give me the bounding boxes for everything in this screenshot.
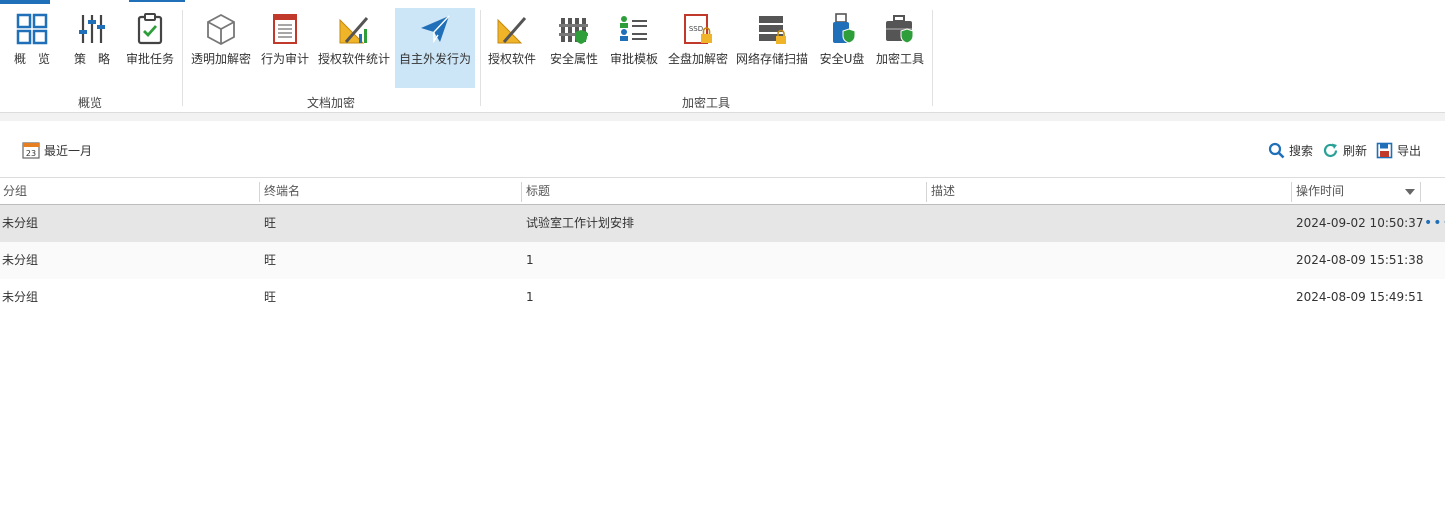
group-label-overview: 概览 bbox=[78, 96, 103, 110]
cell-operation-time: 2024-08-09 15:51:38 bbox=[1296, 253, 1424, 267]
svg-text:SSD: SSD bbox=[689, 25, 703, 33]
export-button[interactable]: 导出 bbox=[1376, 140, 1421, 160]
paper-plane-icon bbox=[421, 15, 450, 44]
column-header-terminal[interactable]: 终端名 bbox=[261, 178, 520, 205]
cell-operation-time: 2024-08-09 15:49:51 bbox=[1296, 290, 1424, 304]
ruler-pencil-icon bbox=[497, 17, 527, 44]
cube-icon bbox=[207, 13, 235, 46]
search-label: 搜索 bbox=[1289, 143, 1314, 158]
toolbox-shield-icon bbox=[886, 15, 914, 44]
more-actions-icon[interactable]: ••• bbox=[1424, 205, 1445, 242]
column-separator bbox=[1291, 182, 1292, 202]
column-separator bbox=[521, 182, 522, 202]
column-header-title[interactable]: 标题 bbox=[523, 178, 926, 205]
network-storage-scan-button[interactable]: 网络存储扫描 bbox=[734, 8, 810, 88]
sliders-icon bbox=[79, 15, 105, 43]
encryption-tools-label: 加密工具 bbox=[875, 52, 924, 66]
cell-title: 1 bbox=[526, 253, 534, 267]
ruler-pencil-chart-icon bbox=[339, 17, 369, 44]
cell-group: 未分组 bbox=[2, 253, 39, 267]
column-separator bbox=[259, 182, 260, 202]
group-separator bbox=[932, 10, 933, 106]
approval-task-label: 审批任务 bbox=[125, 52, 174, 66]
table-row[interactable]: 未分组 旺 1 2024-08-09 15:49:51 bbox=[0, 279, 1445, 316]
authorized-software-stats-button[interactable]: 授权软件统计 bbox=[316, 8, 392, 88]
group-label-document-encryption: 文档加密 bbox=[307, 96, 356, 110]
encryption-tools-button[interactable]: 加密工具 bbox=[874, 8, 926, 88]
approval-task-button[interactable]: 审批任务 bbox=[124, 8, 176, 88]
server-lock-icon bbox=[759, 16, 786, 44]
export-label: 导出 bbox=[1397, 143, 1422, 158]
cell-terminal: 旺 bbox=[264, 216, 277, 230]
cell-terminal: 旺 bbox=[264, 290, 277, 304]
cell-group: 未分组 bbox=[2, 290, 39, 304]
active-tab-indicator bbox=[0, 0, 50, 4]
ribbon: 概 览 策 略 审批任务 透明加解密 行为审计 授权软件统计 自主外发行为 授权… bbox=[0, 0, 1445, 113]
refresh-button[interactable]: 刷新 bbox=[1322, 140, 1367, 160]
column-separator bbox=[926, 182, 927, 202]
security-attributes-label: 安全属性 bbox=[549, 52, 598, 66]
approval-template-label: 审批模板 bbox=[609, 52, 658, 66]
search-button[interactable]: 搜索 bbox=[1268, 140, 1313, 160]
network-storage-scan-label: 网络存储扫描 bbox=[735, 52, 808, 66]
ribbon-spacer bbox=[0, 113, 1445, 121]
column-separator bbox=[1420, 182, 1421, 202]
clipboard-check-icon bbox=[137, 13, 163, 45]
group-separator bbox=[480, 10, 481, 106]
full-disk-encryption-button[interactable]: SSD 全盘加解密 bbox=[666, 8, 730, 88]
column-header-operation-time[interactable]: 操作时间 bbox=[1293, 178, 1403, 205]
cell-group: 未分组 bbox=[2, 216, 39, 230]
security-attributes-button[interactable]: 安全属性 bbox=[546, 8, 602, 88]
authorized-software-label: 授权软件 bbox=[487, 52, 536, 66]
authorized-software-stats-label: 授权软件统计 bbox=[317, 52, 390, 66]
group-label-encryption-tools: 加密工具 bbox=[682, 96, 731, 110]
authorized-software-button[interactable]: 授权软件 bbox=[486, 8, 538, 88]
transparent-encryption-label: 透明加解密 bbox=[190, 52, 251, 66]
fence-icon bbox=[559, 18, 588, 44]
active-tab-indicator-secondary bbox=[129, 0, 185, 2]
grid-overview-icon bbox=[16, 13, 48, 45]
cell-title: 试验室工作计划安排 bbox=[526, 216, 635, 230]
users-list-icon bbox=[620, 16, 647, 41]
calendar-day: 23 bbox=[26, 149, 36, 158]
search-icon bbox=[1268, 142, 1285, 158]
full-disk-encryption-label: 全盘加解密 bbox=[667, 52, 728, 66]
column-header-group[interactable]: 分组 bbox=[0, 178, 258, 205]
overview-button[interactable]: 概 览 bbox=[8, 8, 56, 88]
export-icon bbox=[1376, 142, 1393, 158]
secure-usb-label: 安全U盘 bbox=[819, 52, 865, 66]
group-separator bbox=[182, 10, 183, 106]
table-row[interactable]: 未分组 旺 1 2024-08-09 15:51:38 bbox=[0, 242, 1445, 279]
toolbar: 23 最近一月 搜索 刷新 导出 bbox=[0, 121, 1445, 177]
usb-shield-icon bbox=[833, 13, 856, 44]
table-header: 分组 终端名 标题 描述 操作时间 bbox=[0, 177, 1445, 205]
column-header-description[interactable]: 描述 bbox=[928, 178, 1290, 205]
cell-operation-time: 2024-09-02 10:50:37 bbox=[1296, 216, 1424, 230]
date-range-button[interactable]: 23 最近一月 bbox=[22, 140, 92, 160]
overview-label: 概 览 bbox=[13, 52, 50, 66]
self-outgoing-behavior-label: 自主外发行为 bbox=[398, 52, 471, 66]
behavior-audit-button[interactable]: 行为审计 bbox=[258, 8, 312, 88]
secure-usb-button[interactable]: 安全U盘 bbox=[816, 8, 868, 88]
refresh-label: 刷新 bbox=[1343, 143, 1368, 158]
policy-button[interactable]: 策 略 bbox=[68, 8, 116, 88]
cell-title: 1 bbox=[526, 290, 534, 304]
behavior-audit-label: 行为审计 bbox=[260, 52, 309, 66]
calendar-icon: 23 bbox=[22, 142, 40, 159]
self-outgoing-behavior-button[interactable]: 自主外发行为 bbox=[395, 8, 475, 88]
approval-template-button[interactable]: 审批模板 bbox=[606, 8, 662, 88]
table-row[interactable]: 未分组 旺 试验室工作计划安排 2024-09-02 10:50:37 ••• bbox=[0, 205, 1445, 242]
policy-label: 策 略 bbox=[73, 52, 110, 66]
ssd-lock-icon: SSD bbox=[684, 14, 712, 44]
refresh-icon bbox=[1323, 143, 1338, 157]
date-range-label: 最近一月 bbox=[44, 143, 93, 158]
transparent-encryption-button[interactable]: 透明加解密 bbox=[188, 8, 254, 88]
cell-terminal: 旺 bbox=[264, 253, 277, 267]
sort-descending-icon[interactable] bbox=[1404, 188, 1416, 196]
document-list-icon bbox=[273, 14, 297, 44]
